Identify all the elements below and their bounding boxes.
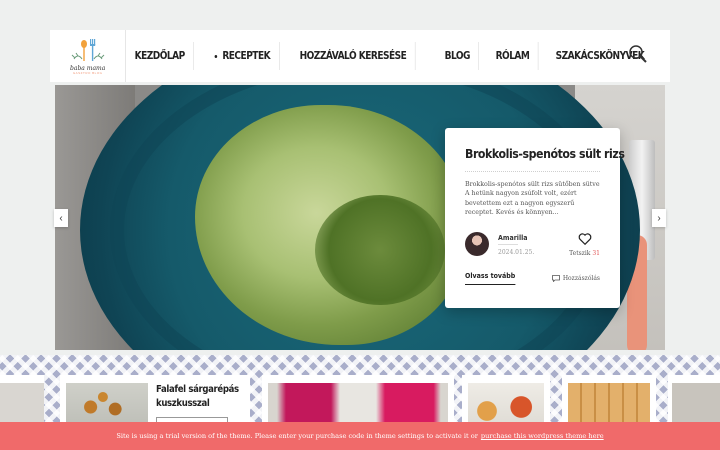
author-divider [498,244,518,245]
logo-tagline: GASZTRO BLOG [72,71,103,75]
nav-item-home-label: KEZDŐLAP [134,50,186,62]
slider-prev-button[interactable]: ‹ [54,209,68,227]
nav-item-about-label: RÓLAM [495,50,530,62]
nav-item-recipes[interactable]: RECEPTEK [206,42,280,70]
search-icon[interactable] [628,44,648,64]
heart-icon[interactable] [578,232,592,246]
dish-spinach-image [315,195,445,305]
nav-item-about[interactable]: RÓLAM [487,42,539,70]
recipe-tile[interactable]: Falafel sárgarépás kuszkusszal [60,375,250,422]
comment-icon [551,275,560,282]
post-date: 2024.01.25. [498,249,535,256]
chevron-right-icon: › [657,212,661,224]
recipe-thumbnail [0,383,44,422]
logo-utensils-icon [71,39,105,61]
dropdown-dot-icon [214,54,217,58]
trial-notice-bar: Site is using a trial version of the the… [0,422,720,450]
recipe-tile-title[interactable]: Falafel sárgarépás kuszkusszal [156,383,239,411]
recipe-tile-title-line: kuszkusszal [156,398,210,409]
recipe-tile[interactable] [262,375,454,422]
nav-item-ingredient-search-label: HOZZÁVALÓ KERESÉSE [299,50,407,62]
chevron-left-icon: ‹ [59,212,63,224]
recipe-meta: Amarilla 2024.01.25. Tetszik 31 [465,232,600,260]
read-more-link[interactable]: Olvass tovább [465,272,516,285]
recipe-excerpt: Brokkolis-spenótos sült rizs sütőben süt… [465,181,600,217]
recipe-tile-title-line: Falafel sárgarépás [156,384,239,395]
recipe-thumbnail [468,383,544,422]
recipe-tile[interactable] [562,375,656,422]
recipe-tile[interactable] [668,375,720,422]
site-logo[interactable]: baba mama GASZTRO BLOG [50,30,127,82]
trial-notice-text: Site is using a trial version of the the… [116,432,478,440]
recipe-tile[interactable] [462,375,550,422]
like-text: Tetszik [569,250,591,257]
purchase-theme-link[interactable]: purchase this wordpress theme here [481,432,604,440]
recipe-title[interactable]: Brokkolis-spenótos sült rizs [465,146,625,161]
author-name[interactable]: Amarilla [498,234,528,242]
main-nav: KEZDŐLAP RECEPTEK HOZZÁVALÓ KERESÉSE BLO… [126,30,670,82]
nav-item-blog-label: BLOG [444,50,471,62]
slider-next-button[interactable]: › [652,209,666,227]
recipe-thumbnail [672,383,720,422]
comment-label: Hozzászólás [562,275,600,282]
like-label: Tetszik 31 [569,250,600,257]
recipe-thumbnail [568,383,650,422]
like-count: 31 [592,250,600,257]
recipe-tile[interactable] [0,375,44,422]
nav-item-home[interactable]: KEZDŐLAP [126,42,195,70]
divider [465,171,600,172]
recipe-thumbnail [66,383,148,422]
nav-item-blog[interactable]: BLOG [436,42,480,70]
nav-item-ingredient-search[interactable]: HOZZÁVALÓ KERESÉSE [291,42,416,70]
site-header: baba mama GASZTRO BLOG KEZDŐLAP RECEPTEK… [50,30,670,82]
recipe-thumbnail [268,383,448,422]
comment-link[interactable]: Hozzászólás [551,275,600,282]
nav-item-recipes-label: RECEPTEK [221,50,270,62]
author-avatar[interactable] [465,232,489,256]
